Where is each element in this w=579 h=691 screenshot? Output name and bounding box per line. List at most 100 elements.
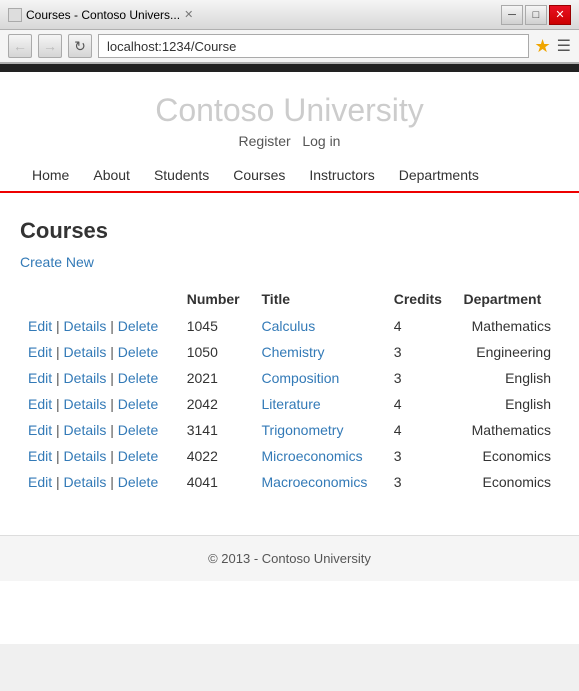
login-link[interactable]: Log in: [302, 133, 340, 149]
table-row: Edit | Details | Delete2021Composition3E…: [20, 365, 559, 391]
course-title: Calculus: [254, 313, 386, 339]
page-body: Contoso University Register Log in HomeA…: [0, 64, 579, 644]
edit-link-2[interactable]: Edit: [28, 370, 52, 386]
table-row: Edit | Details | Delete1045 Calculus 4Math…: [20, 313, 559, 339]
row-actions: Edit | Details | Delete: [20, 417, 179, 443]
separator: |: [52, 422, 63, 438]
edit-link-6[interactable]: Edit: [28, 474, 52, 490]
tab-close-btn[interactable]: ✕: [184, 8, 193, 21]
course-title: Microeconomics: [254, 443, 386, 469]
details-link-2[interactable]: Details: [64, 370, 107, 386]
course-number: 1045: [179, 313, 254, 339]
back-button[interactable]: ←: [8, 34, 32, 58]
delete-link-1[interactable]: Delete: [118, 344, 158, 360]
details-link-4[interactable]: Details: [64, 422, 107, 438]
nav-link-home[interactable]: Home: [20, 159, 81, 191]
course-title: Literature: [254, 391, 386, 417]
course-title-link[interactable]: Microeconomics: [262, 448, 363, 464]
course-credits: 3: [386, 339, 456, 365]
title-bar: Courses - Contoso Univers... ✕ ─ □ ✕: [0, 0, 579, 30]
nav-bar: HomeAboutStudentsCoursesInstructorsDepar…: [0, 159, 579, 193]
separator: |: [106, 370, 117, 386]
nav-link-courses[interactable]: Courses: [221, 159, 297, 191]
row-actions: Edit | Details | Delete: [20, 443, 179, 469]
refresh-button[interactable]: ↻: [68, 34, 92, 58]
course-title-link[interactable]: Macroeconomics: [262, 474, 368, 490]
auth-links: Register Log in: [0, 133, 579, 149]
course-department: Mathematics: [455, 417, 559, 443]
address-bar: ← → ↻ ★ ☰: [0, 30, 579, 64]
restore-button[interactable]: □: [525, 5, 547, 25]
course-department: Mathematics: [455, 313, 559, 339]
edit-link-0[interactable]: Edit: [28, 318, 52, 334]
row-actions: Edit | Details | Delete: [20, 391, 179, 417]
course-number: 1050: [179, 339, 254, 365]
delete-link-2[interactable]: Delete: [118, 370, 158, 386]
details-link-6[interactable]: Details: [64, 474, 107, 490]
course-title-link[interactable]: Chemistry: [262, 344, 325, 360]
course-credits: 4: [386, 417, 456, 443]
create-new-link[interactable]: Create New: [20, 254, 94, 270]
edit-link-5[interactable]: Edit: [28, 448, 52, 464]
delete-link-4[interactable]: Delete: [118, 422, 158, 438]
row-actions: Edit | Details | Delete: [20, 313, 179, 339]
details-link-5[interactable]: Details: [64, 448, 107, 464]
close-button[interactable]: ✕: [549, 5, 571, 25]
window-controls: ─ □ ✕: [501, 5, 571, 25]
menu-icon[interactable]: ☰: [557, 36, 571, 56]
separator: |: [52, 474, 63, 490]
nav-link-departments[interactable]: Departments: [387, 159, 491, 191]
course-number: 2042: [179, 391, 254, 417]
courses-table: NumberTitleCreditsDepartment Edit | Deta…: [20, 285, 559, 495]
separator: |: [106, 396, 117, 412]
nav-link-about[interactable]: About: [81, 159, 142, 191]
separator: |: [52, 370, 63, 386]
course-title-link[interactable]: Calculus: [262, 318, 316, 334]
main-content: Courses Create New NumberTitleCreditsDep…: [0, 203, 579, 515]
course-department: Economics: [455, 443, 559, 469]
edit-link-4[interactable]: Edit: [28, 422, 52, 438]
row-actions: Edit | Details | Delete: [20, 365, 179, 391]
nav-link-instructors[interactable]: Instructors: [297, 159, 386, 191]
row-actions: Edit | Details | Delete: [20, 469, 179, 495]
details-link-3[interactable]: Details: [64, 396, 107, 412]
minimize-button[interactable]: ─: [501, 5, 523, 25]
actions-header: [20, 285, 179, 313]
row-actions: Edit | Details | Delete: [20, 339, 179, 365]
course-title: Trigonometry: [254, 417, 386, 443]
course-title-link[interactable]: Composition: [262, 370, 340, 386]
tab-favicon: [8, 8, 22, 22]
course-title: Macroeconomics: [254, 469, 386, 495]
footer-text: © 2013 - Contoso University: [208, 551, 371, 566]
nav-link-students[interactable]: Students: [142, 159, 221, 191]
separator: |: [106, 422, 117, 438]
forward-button[interactable]: →: [38, 34, 62, 58]
course-number: 4041: [179, 469, 254, 495]
course-title-link[interactable]: Literature: [262, 396, 321, 412]
bookmark-icon[interactable]: ★: [535, 36, 551, 57]
separator: |: [106, 344, 117, 360]
edit-link-1[interactable]: Edit: [28, 344, 52, 360]
url-input[interactable]: [98, 34, 529, 58]
dark-bar: [0, 64, 579, 72]
course-credits: 3: [386, 365, 456, 391]
site-title: Contoso University: [0, 92, 579, 129]
register-link[interactable]: Register: [239, 133, 291, 149]
course-title-link[interactable]: Trigonometry: [262, 422, 344, 438]
details-link-1[interactable]: Details: [64, 344, 107, 360]
course-credits: 4: [386, 313, 456, 339]
course-title: Chemistry: [254, 339, 386, 365]
edit-link-3[interactable]: Edit: [28, 396, 52, 412]
page-footer: © 2013 - Contoso University: [0, 535, 579, 581]
course-department: Economics: [455, 469, 559, 495]
separator: |: [106, 448, 117, 464]
browser-window: Courses - Contoso Univers... ✕ ─ □ ✕ ← →…: [0, 0, 579, 644]
separator: |: [52, 318, 63, 334]
delete-link-6[interactable]: Delete: [118, 474, 158, 490]
delete-link-0[interactable]: Delete: [118, 318, 158, 334]
details-link-0[interactable]: Details: [64, 318, 107, 334]
delete-link-3[interactable]: Delete: [118, 396, 158, 412]
delete-link-5[interactable]: Delete: [118, 448, 158, 464]
table-row: Edit | Details | Delete1050Chemistry3Eng…: [20, 339, 559, 365]
course-number: 4022: [179, 443, 254, 469]
